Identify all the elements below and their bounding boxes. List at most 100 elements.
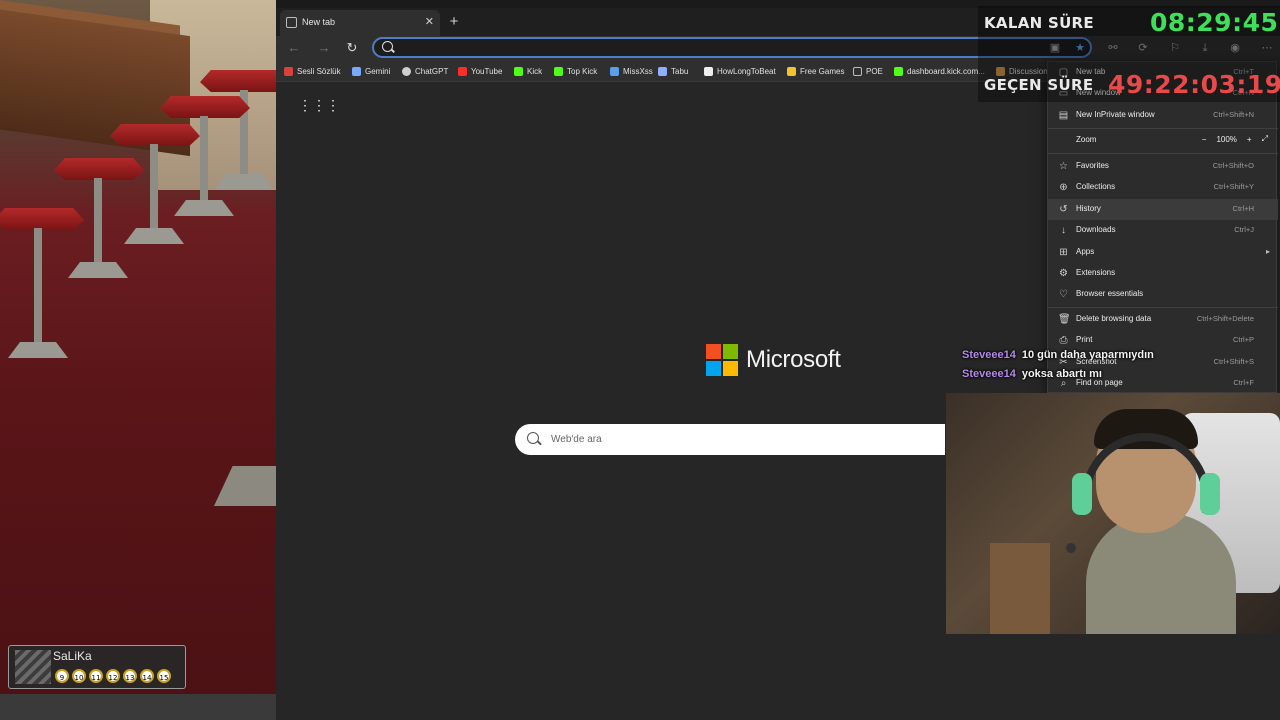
bar-stool: [0, 208, 84, 358]
pool-ball: 11: [89, 669, 103, 683]
chat-text: 10 gün daha yaparmıydın: [1021, 349, 1154, 361]
microphone-icon: [1066, 543, 1076, 553]
elapsed-time-value: 49:22:03:19: [1108, 70, 1280, 99]
favicon-icon: [554, 66, 563, 76]
extensions-icon: ⚙: [1059, 268, 1068, 279]
menu-item-favorites[interactable]: ☆ Favorites Ctrl+Shift+O: [1048, 156, 1278, 177]
star-icon: ☆: [1059, 161, 1068, 172]
player-card: SaLiKa 9 10 11 12 13 14 15: [8, 645, 186, 689]
close-icon[interactable]: ✕: [425, 15, 434, 28]
tab-title: New tab: [302, 17, 336, 27]
zoom-value: 100%: [1216, 134, 1237, 144]
webcam-feed: [946, 393, 1280, 634]
favorite-link[interactable]: Gemini: [352, 64, 390, 78]
chevron-right-icon: ▸: [1265, 247, 1270, 256]
ball-rack: 9 10 11 12 13 14 15: [55, 669, 171, 683]
favicon-icon: [658, 66, 667, 76]
pool-table-edge: [214, 466, 276, 506]
chat-text: yoksa abartı mı: [1021, 368, 1102, 380]
refresh-button[interactable]: ↻: [342, 39, 362, 57]
pool-ball: 12: [106, 669, 120, 683]
app-launcher-icon[interactable]: ⋮⋮⋮: [298, 98, 340, 112]
history-icon: ↺: [1059, 204, 1068, 215]
player-avatar: [15, 650, 51, 684]
menu-item-apps[interactable]: ⊞ Apps ▸: [1048, 242, 1278, 263]
pool-ball: 15: [157, 669, 171, 683]
favorite-link[interactable]: Top Kick: [554, 64, 597, 78]
favorite-link[interactable]: dashboard.kick.com...: [894, 64, 985, 78]
menu-item-downloads[interactable]: ↓ Downloads Ctrl+J: [1048, 220, 1278, 241]
chat-username: Steveee14: [962, 368, 1016, 380]
menu-item-browser-essentials[interactable]: ♡ Browser essentials: [1048, 284, 1278, 305]
favicon-icon: [458, 66, 467, 76]
print-icon: ⎙: [1059, 335, 1068, 346]
remaining-time-label: KALAN SÜRE: [984, 14, 1094, 32]
menu-item-extensions[interactable]: ⚙ Extensions: [1048, 263, 1278, 284]
apps-icon: ⊞: [1059, 247, 1068, 258]
chat-message: Steveee14 yoksa abartı mı: [962, 368, 1102, 380]
remaining-time-value: 08:29:45: [1150, 8, 1279, 37]
web-search-input[interactable]: [551, 431, 931, 447]
web-search-box[interactable]: [515, 424, 945, 455]
inprivate-icon: ▤: [1058, 110, 1069, 121]
favorite-link[interactable]: Tabu: [658, 64, 688, 78]
screen: SaLiKa 9 10 11 12 13 14 15 New tab ✕ + ←…: [0, 0, 1280, 720]
bar-stool: [110, 124, 200, 244]
favicon-icon: [352, 66, 361, 76]
menu-item-history[interactable]: ↺ History Ctrl+H: [1048, 199, 1278, 220]
game-bottom-strip: [0, 694, 276, 720]
favorite-folder[interactable]: POE: [853, 64, 883, 78]
stream-timer: KALAN SÜRE 08:29:45 GEÇEN SÜRE 49:22:03:…: [978, 6, 1280, 102]
game-scene: SaLiKa 9 10 11 12 13 14 15: [0, 0, 276, 720]
tab-new-tab[interactable]: New tab ✕: [280, 10, 440, 36]
heart-icon: ♡: [1059, 289, 1068, 300]
fullscreen-icon[interactable]: ⤢: [1262, 134, 1268, 144]
favicon-icon: [284, 66, 293, 76]
favicon-icon: [787, 66, 796, 76]
menu-item-zoom: Zoom − 100% + ⤢: [1076, 134, 1268, 144]
chat-message: Steveee14 10 gün daha yaparmıydın: [962, 349, 1154, 361]
menu-item-delete-browsing-data[interactable]: 🗑 Delete browsing data Ctrl+Shift+Delete: [1048, 309, 1278, 330]
settings-menu: ▢ New tab Ctrl+T ▭ New window Ctrl+N ▤ N…: [1047, 61, 1278, 393]
zoom-in-button[interactable]: +: [1247, 135, 1252, 144]
pool-ball: 13: [123, 669, 137, 683]
brand-name: Microsoft: [746, 346, 841, 373]
forward-button[interactable]: →: [314, 39, 334, 57]
favorite-link[interactable]: YouTube: [458, 64, 502, 78]
player-name: SaLiKa: [53, 649, 92, 663]
favorite-link[interactable]: HowLongToBeat: [704, 64, 776, 78]
favorite-link[interactable]: ChatGPT: [402, 64, 448, 78]
download-icon: ↓: [1061, 225, 1066, 236]
bar-stool: [54, 158, 144, 278]
favicon-icon: [894, 66, 903, 76]
favicon-icon: [514, 66, 523, 76]
search-icon: [382, 41, 393, 52]
favicon-icon: [704, 66, 713, 76]
favicon-icon: [610, 66, 619, 76]
bar-stool: [160, 96, 250, 216]
zoom-out-button[interactable]: −: [1202, 135, 1207, 144]
favicon-icon: [402, 66, 411, 76]
microsoft-logo-icon: [706, 344, 738, 376]
new-tab-page-icon: [286, 17, 297, 28]
pool-ball: 10: [72, 669, 86, 683]
favorite-link[interactable]: Sesli Sözlük: [284, 64, 341, 78]
pool-ball: 14: [140, 669, 154, 683]
elapsed-time-label: GEÇEN SÜRE: [984, 76, 1094, 94]
favorite-link[interactable]: Kick: [514, 64, 542, 78]
address-input[interactable]: [398, 40, 998, 56]
new-tab-button[interactable]: +: [444, 12, 464, 32]
menu-item-print[interactable]: ⎙ Print Ctrl+P: [1048, 330, 1278, 351]
favorite-link[interactable]: Free Games: [787, 64, 844, 78]
trash-icon: 🗑: [1058, 314, 1071, 325]
collections-icon: ⊕: [1059, 182, 1068, 193]
back-button[interactable]: ←: [284, 39, 304, 57]
folder-icon: [853, 66, 862, 76]
menu-item-collections[interactable]: ⊕ Collections Ctrl+Shift+Y: [1048, 177, 1278, 198]
zoom-controls: − 100% + ⤢: [1202, 134, 1268, 144]
bar-stool: [200, 70, 276, 190]
search-icon: [527, 432, 539, 444]
favorite-link[interactable]: MissXss: [610, 64, 653, 78]
menu-item-inprivate[interactable]: ▤ New InPrivate window Ctrl+Shift+N: [1048, 105, 1278, 126]
pool-ball: 9: [55, 669, 69, 683]
